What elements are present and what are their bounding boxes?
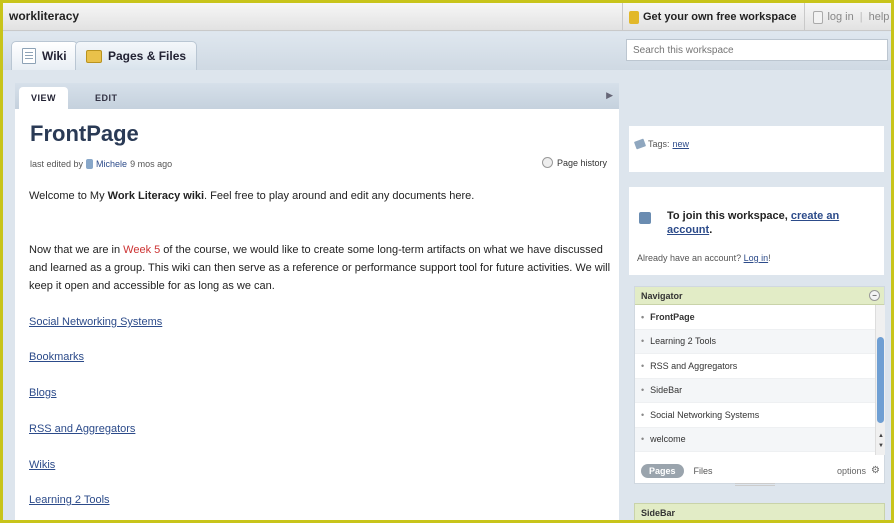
clock-icon (541, 157, 553, 168)
tab-wiki-label: Wiki (42, 49, 67, 63)
tab-view[interactable]: VIEW (19, 87, 69, 109)
navigator-item-label: welcome (650, 434, 686, 445)
link-blogs[interactable]: Blogs (29, 387, 57, 399)
join-post: . (709, 224, 713, 236)
bullet-icon: • (641, 336, 645, 347)
workspace-name[interactable]: workliteracy (9, 9, 79, 23)
tags-box: Tags: new (629, 126, 884, 172)
free-workspace-label: Get your own free workspace (643, 11, 797, 23)
edit-meta: last edited by Michele 9 mos ago (30, 159, 172, 169)
join-pre: To join this workspace, (667, 210, 791, 222)
welcome-paragraph: Welcome to My Work Literacy wiki. Feel f… (29, 187, 619, 205)
link-rss-aggregators[interactable]: RSS and Aggregators (29, 423, 135, 435)
bullet-icon: • (641, 409, 645, 420)
bullet-icon: • (641, 311, 645, 322)
log-in-sidebar-link[interactable]: Log in (744, 253, 769, 263)
collapse-icon[interactable]: − (869, 290, 880, 301)
navigator-item[interactable]: • FrontPage (635, 305, 875, 330)
sidebar-widget-header: SideBar (634, 503, 885, 520)
bullet-icon: • (641, 434, 645, 445)
navigator-item-label: FrontPage (650, 311, 695, 322)
top-right-actions: Get your own free workspace log in | hel… (622, 3, 891, 31)
navigator-header: Navigator − (635, 287, 884, 305)
tags-label: Tags: (648, 139, 670, 149)
join-text: To join this workspace, create an accoun… (667, 209, 877, 237)
already-pre: Already have an account? (637, 253, 744, 263)
main-content: VIEW EDIT ▶ FrontPage last edited by Mic… (15, 83, 619, 520)
tag-link[interactable]: new (673, 139, 690, 149)
navigator-item[interactable]: • welcome (635, 427, 875, 452)
help-link[interactable]: help (869, 11, 890, 23)
navigator-item-label: RSS and Aggregators (650, 360, 738, 371)
separator: | (859, 11, 863, 23)
search-input[interactable] (626, 39, 888, 61)
link-learning-2-tools[interactable]: Learning 2 Tools (29, 494, 110, 506)
page-history-link[interactable]: Page history (541, 157, 607, 168)
tab-edit[interactable]: EDIT (83, 87, 130, 109)
tag-icon (633, 138, 647, 150)
view-edit-tabs: VIEW EDIT ▶ (15, 83, 619, 109)
join-box: To join this workspace, create an accoun… (629, 187, 884, 275)
sidebar-widget-title: SideBar (641, 508, 676, 518)
expand-arrow-icon[interactable]: ▶ (606, 90, 613, 101)
para1-post: . Feel free to play around and edit any … (204, 190, 475, 202)
pages-toggle[interactable]: Pages (641, 464, 684, 478)
navigator-scrollbar[interactable]: ▲ ▼ (875, 305, 885, 455)
tab-wiki[interactable]: Wiki (11, 41, 78, 70)
bullet-icon: • (641, 360, 645, 371)
bullet-icon: • (641, 385, 645, 396)
login-area: log in | help (805, 10, 890, 24)
navigator-item-label: Learning 2 Tools (650, 336, 717, 347)
tags-row: Tags: new (633, 138, 690, 150)
already-post: ! (768, 253, 771, 263)
link-social-networking[interactable]: Social Networking Systems (29, 316, 162, 328)
edited-ago: 9 mos ago (130, 159, 173, 169)
navigator-item-label: SideBar (650, 385, 683, 396)
resize-grip[interactable] (735, 483, 775, 486)
navigator-item[interactable]: • RSS and Aggregators (635, 354, 875, 379)
editor-link[interactable]: Michele (96, 159, 127, 169)
link-bookmarks[interactable]: Bookmarks (29, 351, 84, 363)
free-workspace-link[interactable]: Get your own free workspace (623, 3, 806, 31)
navigator-list: • FrontPage • Learning 2 Tools • RSS and Ag… (635, 305, 875, 452)
already-account: Already have an account? Log in! (637, 253, 771, 263)
workspace-icon (629, 10, 639, 24)
navigator-item[interactable]: • SideBar (635, 378, 875, 403)
para1-bold: Work Literacy wiki (107, 190, 205, 202)
para1-pre: Welcome to My (29, 190, 108, 202)
tab-pages-files[interactable]: Pages & Files (75, 41, 198, 70)
navigator-footer: Pages Files options ⚙ (635, 459, 884, 483)
navigator-item[interactable]: • Social Networking Systems (635, 403, 875, 428)
para2-pre: Now that we are in (29, 244, 124, 256)
files-toggle[interactable]: Files (694, 466, 713, 476)
document-icon (22, 48, 36, 64)
scroll-up-icon[interactable]: ▲ (878, 433, 884, 439)
join-icon (639, 212, 651, 224)
scroll-thumb[interactable] (877, 337, 884, 423)
user-icon (86, 159, 94, 169)
week-link[interactable]: Week 5 (123, 244, 160, 256)
folder-icon (86, 49, 102, 63)
navigator-widget: Navigator − • FrontPage • Learning 2 Tools… (634, 286, 885, 486)
gear-icon[interactable]: ⚙ (871, 465, 880, 476)
navigator-item[interactable]: • Learning 2 Tools (635, 329, 875, 354)
navigator-item-label: Social Networking Systems (650, 409, 760, 420)
top-bar: workliteracy Get your own free workspace… (3, 3, 891, 31)
options-link[interactable]: options (837, 466, 866, 476)
app-frame: workliteracy Get your own free workspace… (0, 0, 894, 523)
scroll-down-icon[interactable]: ▼ (878, 443, 884, 449)
course-paragraph: Now that we are in Week 5 of the course,… (29, 241, 619, 295)
user-icon (813, 10, 824, 24)
navigator-title: Navigator (641, 291, 683, 301)
page-title: FrontPage (30, 121, 139, 146)
page-history-label: Page history (556, 157, 607, 168)
tab-pages-files-label: Pages & Files (108, 49, 187, 63)
log-in-link[interactable]: log in (827, 11, 853, 23)
link-wikis[interactable]: Wikis (29, 459, 55, 471)
meta-prefix: last edited by (30, 159, 84, 169)
